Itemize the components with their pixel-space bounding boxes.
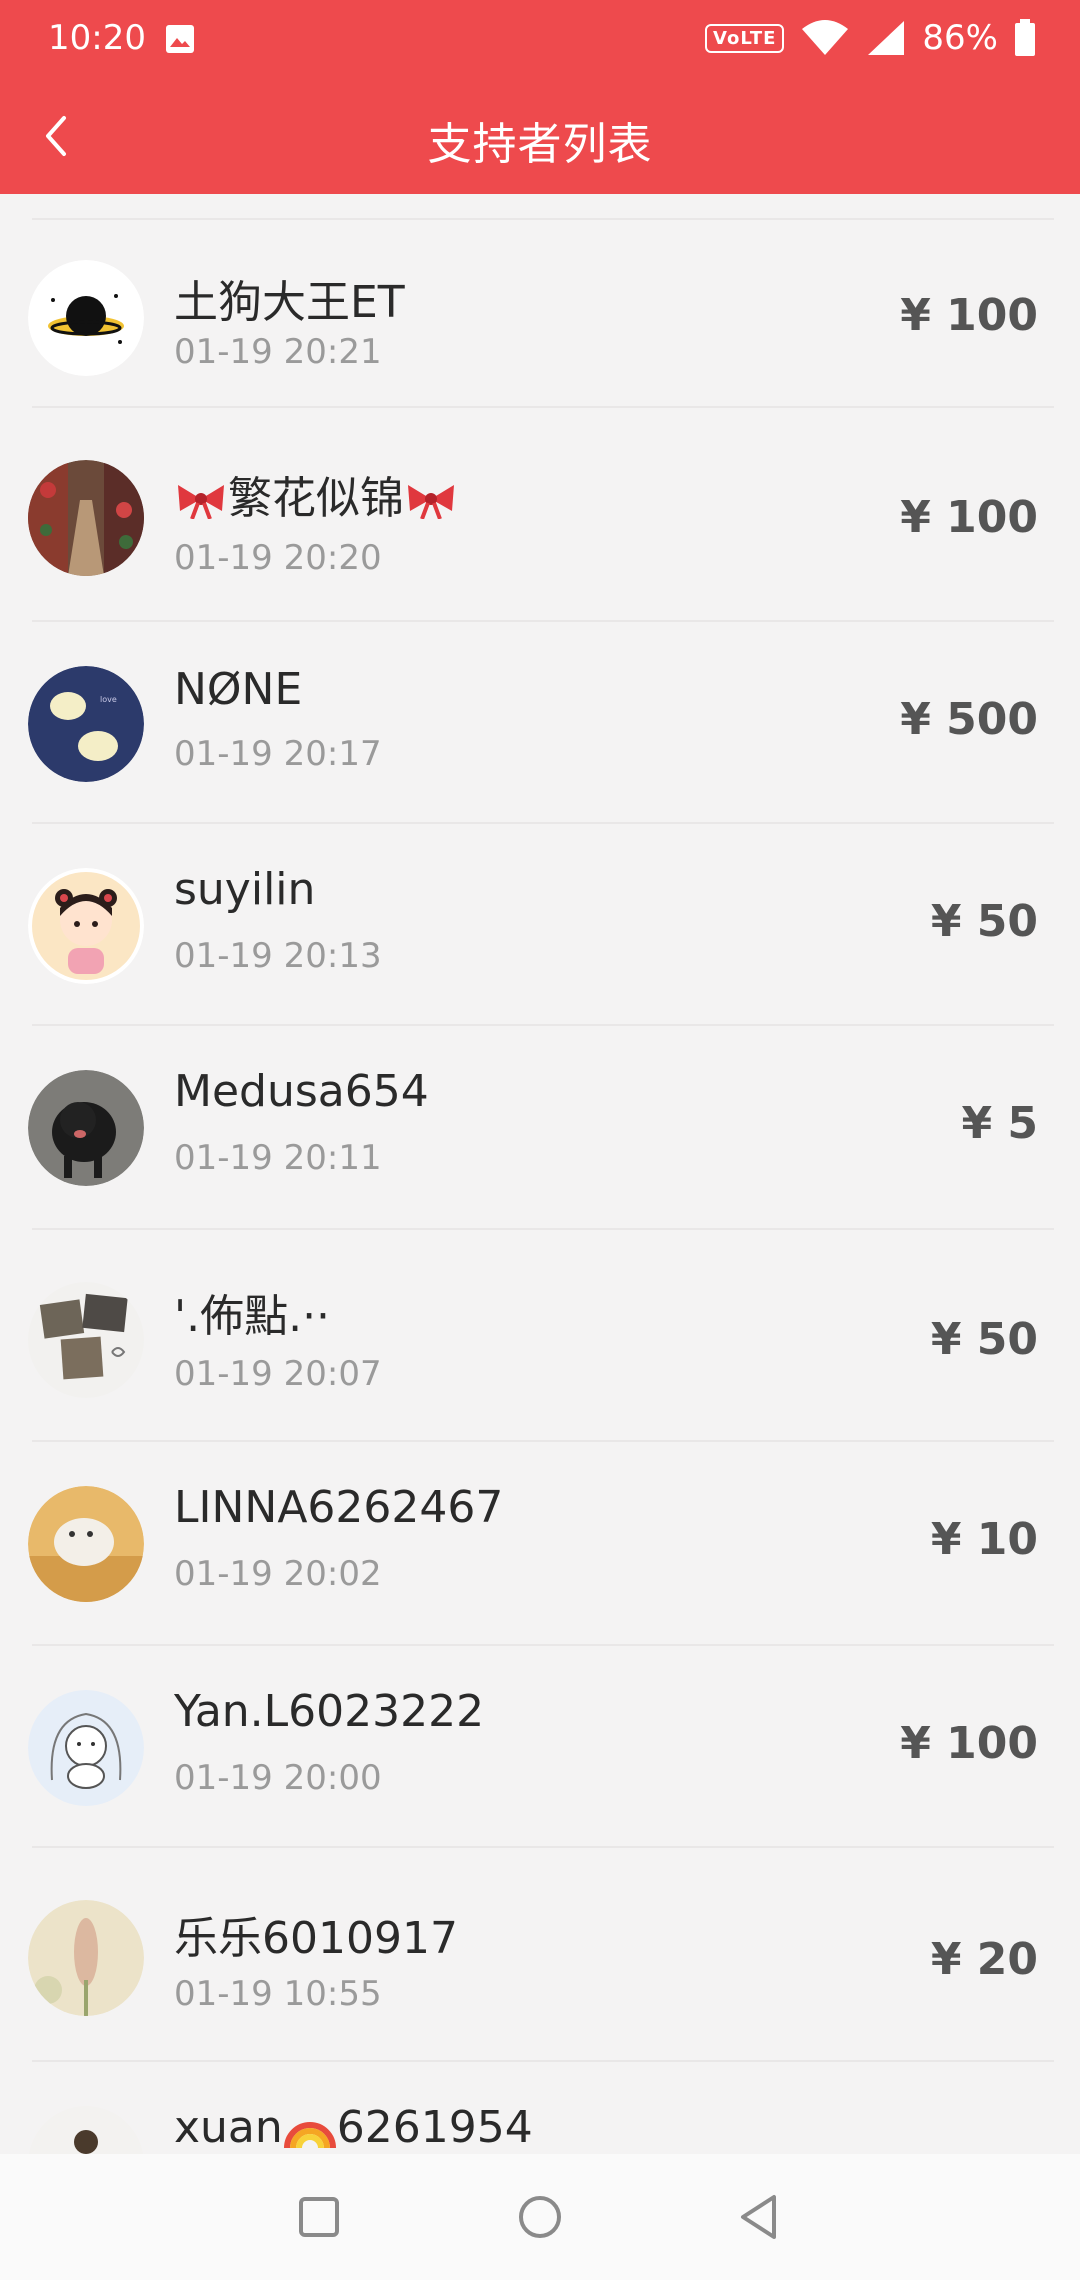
list-item[interactable]: suyilin 01-19 20:13 ¥ 50 (0, 824, 1080, 1026)
status-time: 10:20 (48, 18, 146, 58)
list-item[interactable]: '.佈點.·· 01-19 20:07 ¥ 50 (0, 1230, 1080, 1442)
list-item[interactable]: LINNA6262467 01-19 20:02 ¥ 10 (0, 1442, 1080, 1646)
list-item[interactable]: xuan 6261954 (0, 2062, 1080, 2154)
avatar[interactable] (28, 2106, 144, 2154)
list-item[interactable]: 繁花似锦 01-19 20:20 ¥ 100 (0, 408, 1080, 622)
list-item[interactable]: 乐乐6010917 01-19 10:55 ¥ 20 (0, 1848, 1080, 2062)
avatar[interactable] (28, 1070, 144, 1186)
avatar[interactable] (28, 1486, 144, 1602)
avatar[interactable] (28, 1900, 144, 2016)
list-item[interactable]: Yan.L6023222 01-19 20:00 ¥ 100 (0, 1646, 1080, 1848)
support-amount: ¥ 50 (930, 896, 1038, 947)
support-amount: ¥ 5 (961, 1098, 1038, 1149)
support-time: 01-19 20:02 (174, 1554, 382, 1594)
support-amount: ¥ 10 (930, 1514, 1038, 1565)
support-time: 01-19 20:13 (174, 936, 382, 976)
home-circle-icon[interactable] (507, 2184, 573, 2250)
image-icon (166, 25, 194, 53)
support-amount: ¥ 50 (930, 1314, 1038, 1365)
support-amount: ¥ 100 (900, 1718, 1038, 1769)
supporter-name: 繁花似锦 (174, 462, 458, 526)
supporter-name: 土狗大王ET (174, 277, 405, 328)
support-time: 01-19 10:55 (174, 1974, 382, 2014)
supporter-name-text: xuan (174, 2102, 283, 2153)
supporter-name: NØNE (174, 664, 303, 715)
wifi-icon (802, 20, 849, 55)
ribbon-bow-icon (178, 485, 224, 519)
app-header: 支持者列表 (0, 80, 1080, 194)
status-right-group: VoLTE 86% (705, 18, 1036, 58)
supporter-name: 乐乐6010917 (174, 1913, 458, 1964)
rainbow-emoji-icon (283, 2122, 336, 2149)
supporter-name: '.佈點.·· (174, 1291, 331, 1342)
support-time: 01-19 20:00 (174, 1758, 382, 1798)
system-nav-bar (0, 2154, 1080, 2280)
signal-icon (868, 21, 905, 55)
support-time: 01-19 20:21 (174, 332, 382, 372)
battery-percent: 86% (922, 18, 998, 58)
support-amount: ¥ 100 (900, 290, 1038, 341)
supporter-name-text: 繁花似锦 (228, 473, 404, 524)
avatar[interactable] (28, 260, 144, 376)
svg-text:love: love (100, 695, 117, 704)
list-item[interactable]: Medusa654 01-19 20:11 ¥ 5 (0, 1026, 1080, 1230)
list-item[interactable]: 土狗大王ET 01-19 20:21 ¥ 100 (0, 220, 1080, 408)
supporter-list[interactable]: 土狗大王ET 01-19 20:21 ¥ 100 繁花似锦 01-19 20:2… (0, 194, 1080, 2154)
avatar[interactable] (28, 1690, 144, 1806)
supporter-name: LINNA6262467 (174, 1482, 504, 1533)
avatar[interactable] (28, 1282, 144, 1398)
list-item[interactable]: love NØNE 01-19 20:17 ¥ 500 (0, 622, 1080, 824)
supporter-name: Yan.L6023222 (174, 1686, 485, 1737)
support-time: 01-19 20:11 (174, 1138, 382, 1178)
support-time: 01-19 20:20 (174, 538, 382, 578)
support-time: 01-19 20:07 (174, 1354, 382, 1394)
avatar[interactable] (28, 460, 144, 576)
volte-badge: VoLTE (705, 23, 785, 53)
supporter-name: suyilin (174, 864, 316, 915)
page-title: 支持者列表 (427, 119, 653, 170)
avatar[interactable]: love (28, 666, 144, 782)
support-amount: ¥ 20 (930, 1934, 1038, 1985)
avatar[interactable] (28, 868, 144, 984)
battery-icon (1015, 19, 1035, 56)
ribbon-bow-icon (408, 485, 454, 519)
supporter-name: Medusa654 (174, 1066, 429, 1117)
support-amount: ¥ 100 (900, 492, 1038, 543)
recents-square-icon[interactable] (286, 2184, 352, 2250)
support-time: 01-19 20:17 (174, 734, 382, 774)
supporter-name: xuan 6261954 (174, 2102, 533, 2153)
support-amount: ¥ 500 (900, 694, 1038, 745)
supporter-name-tail: 6261954 (336, 2102, 533, 2153)
status-bar: 10:20 VoLTE 86% (0, 0, 1080, 80)
back-triangle-icon[interactable] (728, 2184, 794, 2250)
